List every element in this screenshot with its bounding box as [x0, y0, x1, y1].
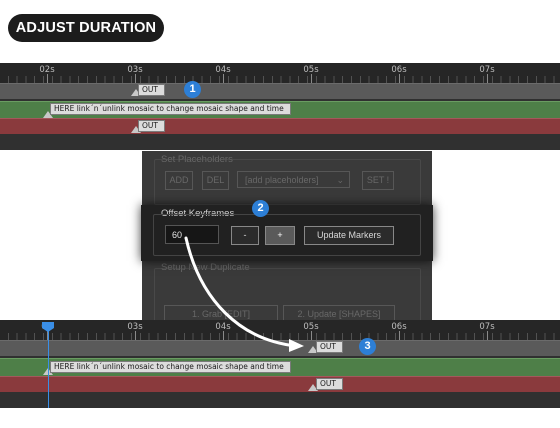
del-button[interactable]: DEL — [202, 171, 229, 190]
step-badge-3: 3 — [359, 338, 376, 355]
ruler-major-tick — [399, 74, 400, 83]
track-gray-bottom[interactable] — [0, 340, 560, 356]
offset-keyframes-popup: Offset Keyframes 60 - + Update Markers — [141, 205, 433, 261]
mosaic-marker-bottom[interactable]: HERE link´n´unlink mosaic to change mosa… — [50, 361, 291, 373]
ruler-major-tick — [487, 331, 488, 340]
track-bottom-top — [0, 134, 560, 150]
ruler-label-03s: 03s — [127, 65, 143, 75]
ruler-label-04s: 04s — [215, 322, 231, 332]
track-red-top[interactable] — [0, 118, 560, 134]
out-marker-red-bottom[interactable]: OUT — [316, 378, 343, 390]
timeline-ruler-bottom[interactable]: 0 03s 04s 05s 06s 07s — [0, 320, 560, 340]
chevron-down-icon: ⌄ — [336, 175, 344, 185]
ruler-major-tick — [223, 74, 224, 83]
page-title: ADJUST DURATION — [8, 14, 164, 42]
placeholder-select[interactable]: [add placeholders] ⌄ — [237, 171, 350, 188]
ruler-label-02s: 02s — [39, 65, 55, 75]
playhead-line[interactable] — [48, 328, 49, 408]
ruler-major-tick — [487, 74, 488, 83]
ruler-major-tick — [47, 74, 48, 83]
track-bottom-bottom — [0, 392, 560, 408]
ruler-ticks — [0, 76, 560, 83]
ruler-major-tick — [399, 331, 400, 340]
offset-minus-button[interactable]: - — [231, 226, 259, 245]
ruler-label-06s: 06s — [391, 322, 407, 332]
set-button[interactable]: SET ! — [362, 171, 394, 190]
ruler-label-07s: 07s — [479, 65, 495, 75]
ruler-major-tick — [135, 331, 136, 340]
ruler-label-04s: 04s — [215, 65, 231, 75]
ruler-major-tick — [311, 331, 312, 340]
track-gray-top[interactable] — [0, 83, 560, 99]
ruler-major-tick — [311, 74, 312, 83]
timeline-ruler-top[interactable]: 02s 03s 04s 05s 06s 07s — [0, 63, 560, 83]
track-red-bottom[interactable] — [0, 376, 560, 392]
ruler-label-05s: 05s — [303, 322, 319, 332]
ruler-label-06s: 06s — [391, 65, 407, 75]
out-marker-top[interactable]: OUT — [138, 84, 165, 96]
out-marker-bottom[interactable]: OUT — [316, 341, 343, 353]
placeholder-select-value: [add placeholders] — [245, 175, 319, 185]
ruler-label-03s: 03s — [127, 322, 143, 332]
out-marker-red-top[interactable]: OUT — [138, 120, 165, 132]
ruler-label-07s: 07s — [479, 322, 495, 332]
add-button[interactable]: ADD — [165, 171, 193, 190]
update-markers-button[interactable]: Update Markers — [304, 226, 394, 245]
ruler-ticks — [0, 333, 560, 340]
offset-plus-button[interactable]: + — [265, 226, 295, 245]
step-badge-2: 2 — [252, 200, 269, 217]
mosaic-marker-top[interactable]: HERE link´n´unlink mosaic to change mosa… — [50, 103, 291, 115]
offset-value-input[interactable]: 60 — [165, 225, 219, 244]
ruler-major-tick — [223, 331, 224, 340]
ruler-label-05s: 05s — [303, 65, 319, 75]
ruler-major-tick — [135, 74, 136, 83]
step-badge-1: 1 — [184, 81, 201, 98]
